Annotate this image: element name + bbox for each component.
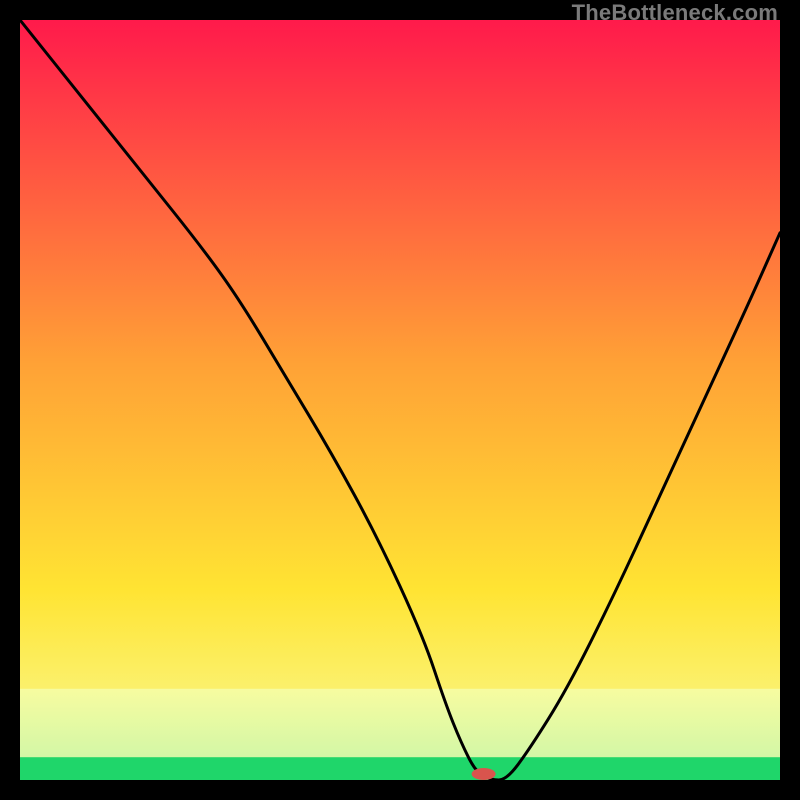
- pale-threshold-band: [20, 689, 780, 757]
- optimal-green-band: [20, 757, 780, 780]
- bottleneck-chart: [20, 20, 780, 780]
- plot-area: [20, 20, 780, 780]
- optimal-point-marker: [472, 768, 496, 780]
- watermark-text: TheBottleneck.com: [572, 0, 778, 26]
- gradient-background: [20, 20, 780, 780]
